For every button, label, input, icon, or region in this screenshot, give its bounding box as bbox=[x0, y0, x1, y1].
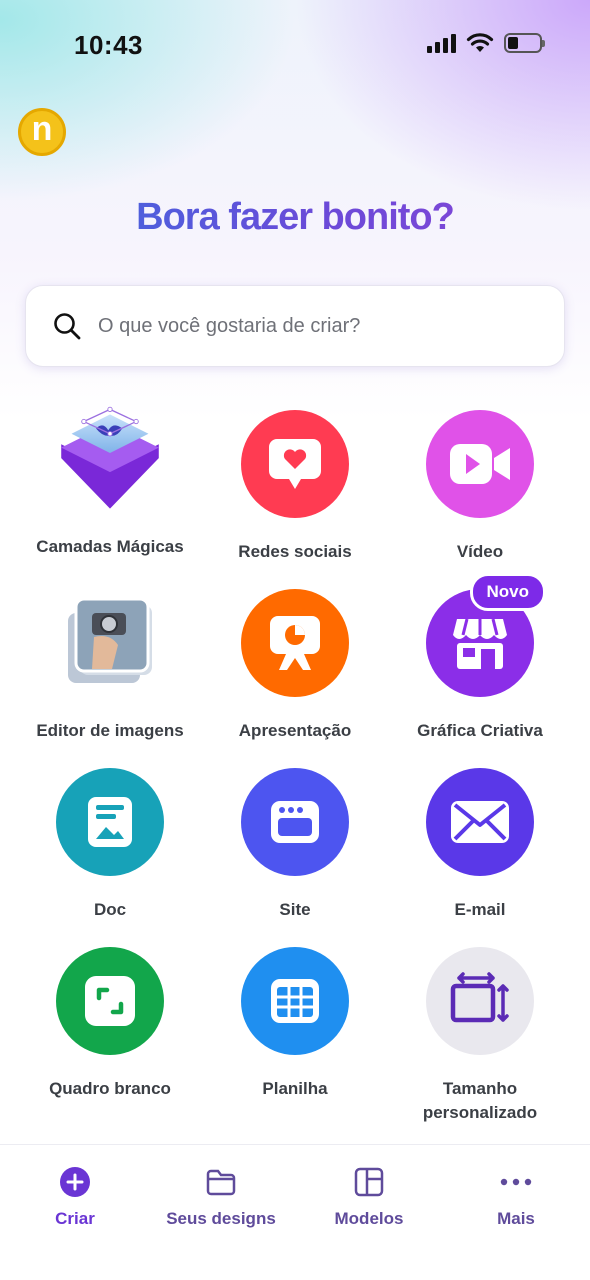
nav-seus-designs[interactable]: Seus designs bbox=[146, 1165, 296, 1229]
category-camadas-magicas[interactable]: Camadas Mágicas bbox=[10, 405, 210, 559]
category-grafica-criativa[interactable]: Novo Gráfica Criativa bbox=[380, 573, 580, 743]
category-label: Tamanho personalizado bbox=[422, 1079, 538, 1122]
browser-window-icon bbox=[241, 768, 349, 876]
category-planilha[interactable]: Planilha bbox=[195, 947, 395, 1101]
nav-label: Criar bbox=[55, 1209, 95, 1228]
search-bar[interactable] bbox=[25, 285, 565, 367]
nav-criar[interactable]: Criar bbox=[0, 1165, 150, 1229]
category-editor-de-imagens[interactable]: Editor de imagens bbox=[10, 589, 210, 743]
category-label: Planilha bbox=[262, 1079, 328, 1098]
status-icons bbox=[427, 32, 545, 54]
category-apresentacao[interactable]: Apresentação bbox=[195, 589, 395, 743]
category-label: Site bbox=[279, 900, 311, 919]
plus-circle-icon bbox=[0, 1165, 150, 1199]
search-input[interactable] bbox=[98, 314, 518, 338]
spreadsheet-icon bbox=[241, 947, 349, 1055]
video-camera-icon bbox=[426, 410, 534, 518]
wifi-icon bbox=[466, 33, 494, 52]
avatar[interactable]: n bbox=[18, 108, 66, 156]
bottom-navigation: Criar Seus designs Modelos Mais bbox=[0, 1144, 590, 1280]
battery-icon bbox=[504, 33, 545, 53]
resize-icon bbox=[426, 947, 534, 1055]
category-label: Quadro branco bbox=[49, 1079, 171, 1098]
envelope-icon bbox=[426, 768, 534, 876]
nav-label: Seus designs bbox=[166, 1209, 276, 1228]
category-label: Gráfica Criativa bbox=[417, 721, 543, 740]
folder-icon bbox=[146, 1165, 296, 1199]
nav-modelos[interactable]: Modelos bbox=[294, 1165, 444, 1229]
status-bar: 10:43 bbox=[0, 0, 590, 90]
cellular-signal-icon bbox=[427, 33, 456, 53]
status-time: 10:43 bbox=[74, 30, 143, 60]
more-dots-icon bbox=[441, 1165, 590, 1199]
category-label: Redes sociais bbox=[238, 542, 352, 561]
category-site[interactable]: Site bbox=[195, 768, 395, 922]
heart-chat-icon bbox=[241, 410, 349, 518]
whiteboard-icon bbox=[56, 947, 164, 1055]
presentation-icon bbox=[241, 589, 349, 697]
category-redes-sociais[interactable]: Redes sociais bbox=[195, 410, 395, 564]
photo-stack-icon bbox=[56, 589, 164, 697]
category-tamanho-personalizado[interactable]: Tamanho personalizado bbox=[380, 947, 580, 1125]
nav-label: Modelos bbox=[334, 1209, 404, 1228]
category-label: Apresentação bbox=[238, 721, 352, 740]
category-label: E-mail bbox=[454, 900, 506, 919]
document-icon bbox=[56, 768, 164, 876]
category-quadro-branco[interactable]: Quadro branco bbox=[10, 947, 210, 1101]
category-label: Doc bbox=[93, 900, 127, 919]
category-doc[interactable]: Doc bbox=[10, 768, 210, 922]
new-badge: Novo bbox=[469, 573, 546, 611]
magic-layers-icon bbox=[56, 405, 164, 513]
nav-mais[interactable]: Mais bbox=[441, 1165, 590, 1229]
category-email[interactable]: E-mail bbox=[380, 768, 580, 922]
search-icon bbox=[54, 313, 81, 340]
templates-icon bbox=[294, 1165, 444, 1199]
storefront-icon: Novo bbox=[426, 573, 546, 697]
category-video[interactable]: Vídeo bbox=[380, 410, 580, 564]
category-label: Editor de imagens bbox=[36, 721, 184, 740]
nav-label: Mais bbox=[497, 1209, 535, 1228]
category-label: Camadas Mágicas bbox=[36, 537, 184, 556]
page-title: Bora fazer bonito? bbox=[0, 196, 590, 239]
category-label: Vídeo bbox=[456, 542, 504, 561]
